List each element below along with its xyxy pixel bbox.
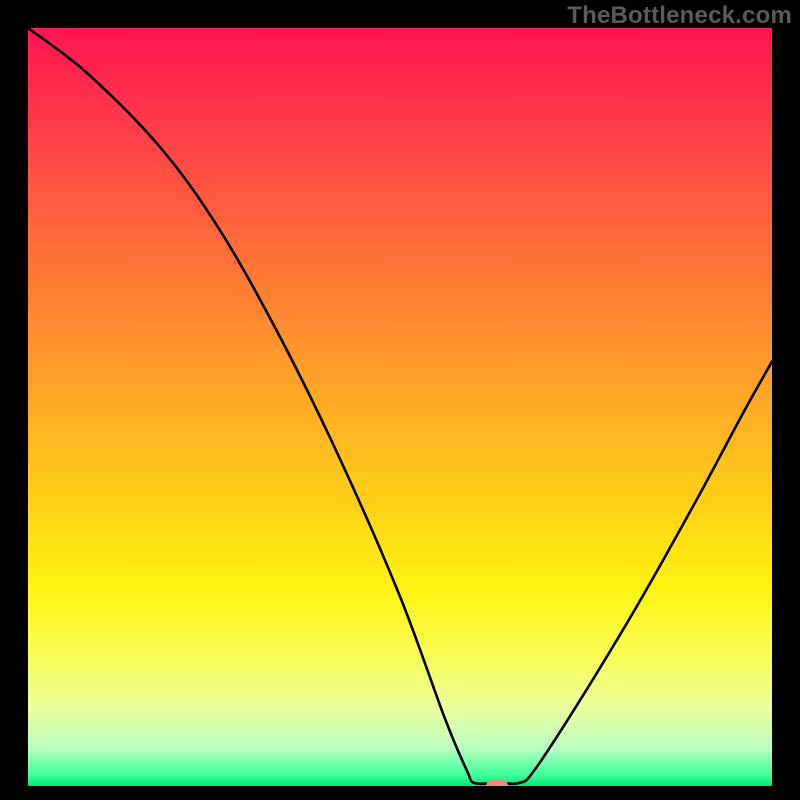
plot-area (28, 28, 772, 786)
bottleneck-chart (28, 28, 772, 786)
watermark-label: TheBottleneck.com (567, 2, 792, 30)
optimal-marker (486, 780, 508, 786)
chart-frame: TheBottleneck.com (0, 0, 800, 800)
gradient-background (28, 28, 772, 786)
